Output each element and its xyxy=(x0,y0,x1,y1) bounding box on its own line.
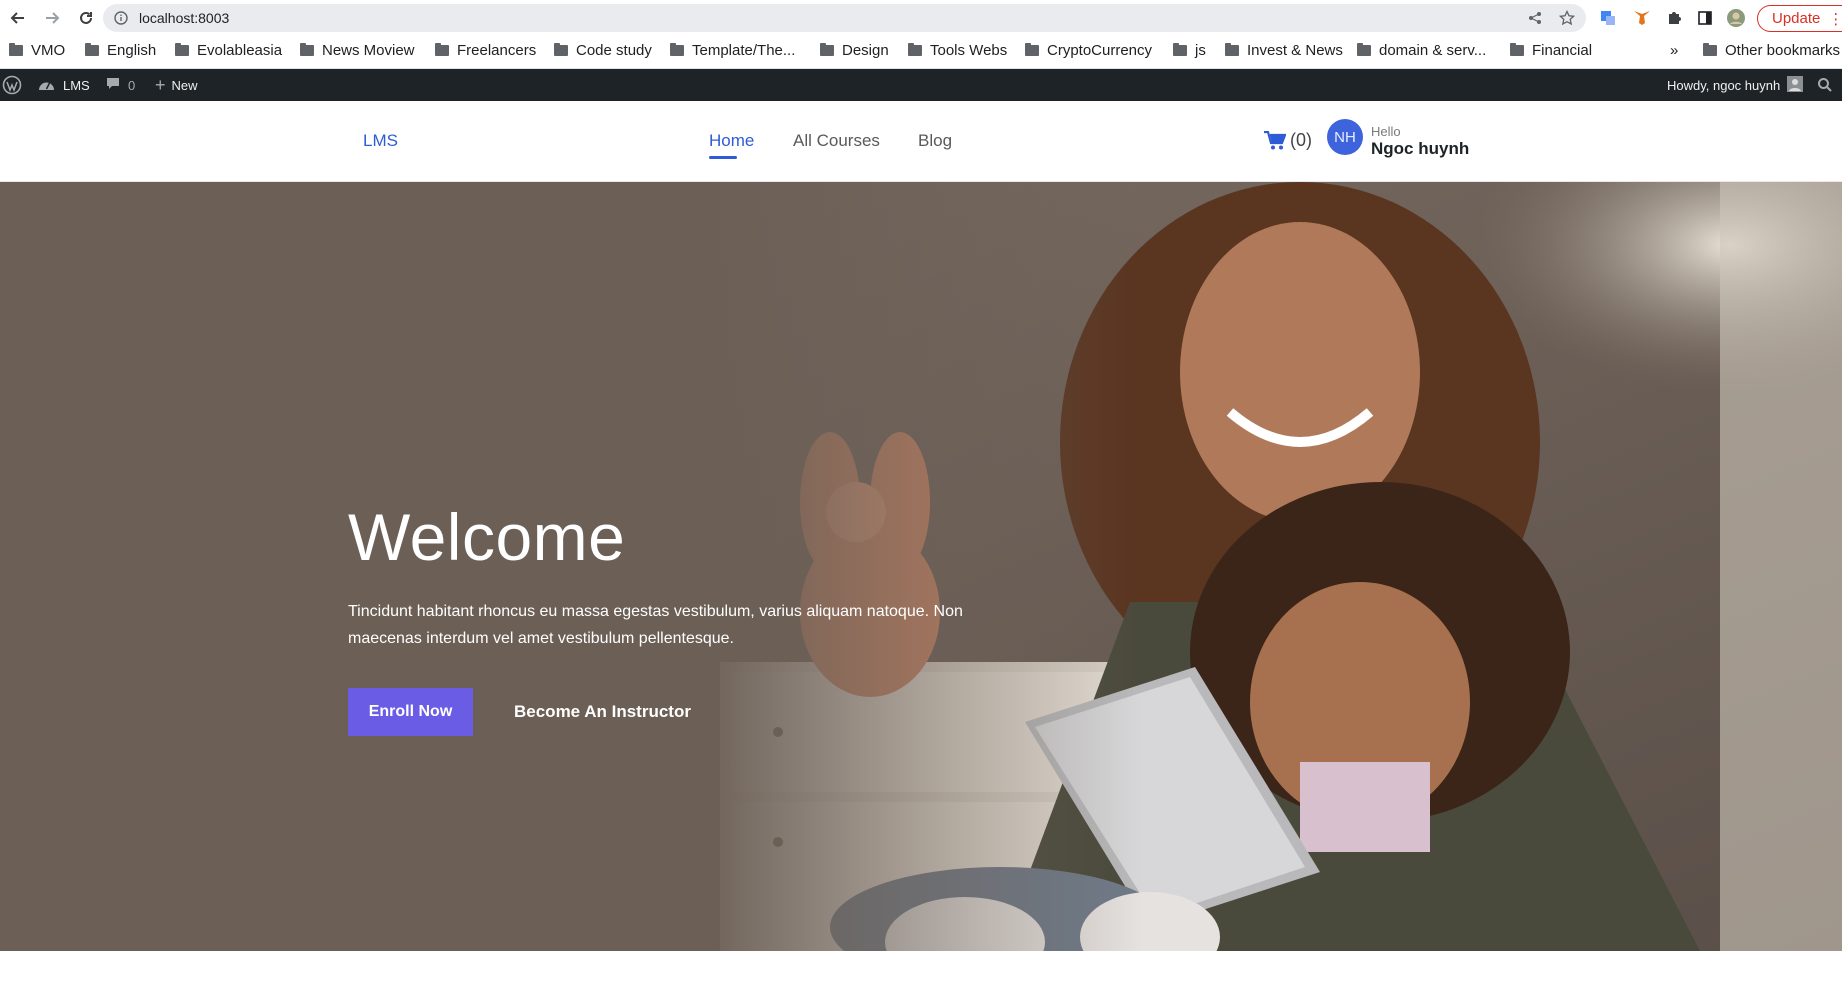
nav-all-courses[interactable]: All Courses xyxy=(793,131,880,151)
bookmark-folder[interactable]: Financial xyxy=(1510,42,1592,59)
site-info-icon[interactable] xyxy=(113,10,129,26)
bookmark-folder[interactable]: CryptoCurrency xyxy=(1025,42,1152,59)
enroll-now-button[interactable]: Enroll Now xyxy=(348,688,473,736)
cart-icon xyxy=(1264,131,1286,150)
folder-icon xyxy=(85,43,99,56)
wp-admin-bar: LMS 0 + New Howdy, ngoc huynh xyxy=(0,69,1842,101)
browser-chrome: localhost:8003 Update ⋮ VMO English Evol… xyxy=(0,0,1842,69)
forward-icon[interactable] xyxy=(40,6,64,30)
plus-icon: + xyxy=(155,74,166,95)
hello-label: Hello xyxy=(1371,124,1401,139)
folder-icon xyxy=(670,43,684,56)
hero-title: Welcome xyxy=(348,500,626,574)
bookmark-folder[interactable]: English xyxy=(85,42,156,59)
howdy-text: Howdy, ngoc huynh xyxy=(1667,77,1781,93)
update-button[interactable]: Update ⋮ xyxy=(1757,5,1842,32)
more-menu-icon: ⋮ xyxy=(1828,10,1842,28)
nav-active-indicator xyxy=(709,156,737,159)
profile-avatar-icon[interactable] xyxy=(1726,8,1746,28)
admin-account-menu[interactable]: Howdy, ngoc huynh xyxy=(1667,69,1804,101)
user-name[interactable]: Ngoc huynh xyxy=(1371,139,1469,159)
user-avatar[interactable]: NH xyxy=(1327,119,1363,155)
bookmark-folder[interactable]: Code study xyxy=(554,42,652,59)
folder-icon xyxy=(435,43,449,56)
admin-site-name: LMS xyxy=(63,77,90,93)
url-text: localhost:8003 xyxy=(139,10,230,26)
folder-icon xyxy=(9,43,23,56)
share-icon[interactable] xyxy=(1526,9,1544,27)
folder-icon xyxy=(554,43,568,56)
folder-icon xyxy=(1510,43,1524,56)
folder-icon xyxy=(175,43,189,56)
admin-site-menu[interactable]: LMS xyxy=(38,69,90,101)
folder-icon xyxy=(1225,43,1239,56)
cart-count: (0) xyxy=(1290,130,1312,150)
user-avatar-icon xyxy=(1786,75,1804,96)
back-icon[interactable] xyxy=(6,6,30,30)
hero-section: Welcome Tincidunt habitant rhoncus eu ma… xyxy=(0,182,1842,951)
hero-overlay xyxy=(0,182,1842,951)
other-bookmarks-folder[interactable]: Other bookmarks xyxy=(1703,42,1840,59)
comment-icon xyxy=(106,77,120,94)
page-below-fold xyxy=(0,951,1842,987)
metamask-icon[interactable] xyxy=(1632,8,1652,28)
bookmark-folder[interactable]: Evolableasia xyxy=(175,42,282,59)
side-panel-icon[interactable] xyxy=(1695,8,1715,28)
folder-icon xyxy=(820,43,834,56)
hero-description: Tincidunt habitant rhoncus eu massa eges… xyxy=(348,603,963,647)
bookmark-folder[interactable]: js xyxy=(1173,42,1206,59)
bookmark-folder[interactable]: Tools Webs xyxy=(908,42,1007,59)
cart-button[interactable]: (0) xyxy=(1264,130,1312,151)
admin-comments-link[interactable]: 0 xyxy=(106,69,135,101)
site-header: LMS Home All Courses Blog (0) NH Hello N… xyxy=(0,101,1842,182)
bookmark-star-icon[interactable] xyxy=(1558,9,1576,27)
folder-icon xyxy=(1703,43,1717,56)
admin-new-label: New xyxy=(171,77,198,93)
folder-icon xyxy=(1173,43,1187,56)
update-label: Update xyxy=(1772,10,1821,27)
nav-home[interactable]: Home xyxy=(709,131,754,151)
folder-icon xyxy=(1025,43,1039,56)
translate-icon[interactable] xyxy=(1598,8,1618,28)
admin-new-link[interactable]: + New xyxy=(155,69,198,101)
bookmark-folder[interactable]: Invest & News xyxy=(1225,42,1343,59)
extensions-puzzle-icon[interactable] xyxy=(1664,8,1684,28)
browser-toolbar: localhost:8003 Update ⋮ xyxy=(0,0,1842,36)
bookmark-folder[interactable]: domain & serv... xyxy=(1357,42,1486,59)
bookmark-folder[interactable]: Template/The... xyxy=(670,42,795,59)
folder-icon xyxy=(300,43,314,56)
nav-blog[interactable]: Blog xyxy=(918,131,952,151)
admin-search-icon[interactable] xyxy=(1817,69,1833,101)
bookmark-folder[interactable]: Design xyxy=(820,42,889,59)
bookmark-folder[interactable]: Freelancers xyxy=(435,42,536,59)
bookmark-folder[interactable]: VMO xyxy=(9,42,65,59)
dashboard-icon xyxy=(38,77,55,94)
folder-icon xyxy=(1357,43,1371,56)
comments-count: 0 xyxy=(128,77,136,93)
wordpress-logo-icon[interactable] xyxy=(2,69,22,101)
bookmarks-bar: VMO English Evolableasia News Moview Fre… xyxy=(0,36,1842,66)
become-instructor-link[interactable]: Become An Instructor xyxy=(514,688,691,736)
site-logo[interactable]: LMS xyxy=(363,131,398,151)
bookmarks-overflow-button[interactable]: » xyxy=(1670,42,1678,59)
reload-icon[interactable] xyxy=(74,6,98,30)
bookmark-folder[interactable]: News Moview xyxy=(300,42,415,59)
address-bar[interactable]: localhost:8003 xyxy=(103,4,1586,32)
folder-icon xyxy=(908,43,922,56)
